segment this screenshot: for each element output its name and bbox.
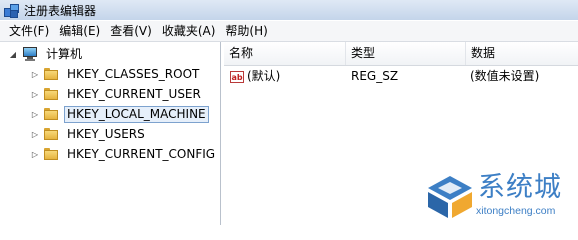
column-header-name[interactable]: 名称 xyxy=(224,42,346,65)
menu-file[interactable]: 文件(F) xyxy=(4,22,54,40)
folder-icon xyxy=(44,68,58,80)
folder-icon xyxy=(44,108,58,120)
expand-arrow-icon[interactable]: ▷ xyxy=(30,149,40,159)
folder-icon xyxy=(44,88,58,100)
key-tree-pane[interactable]: ◢ 计算机 ▷ HKEY_CLASSES_ROOT ▷ HKEY_CURRENT… xyxy=(2,42,221,225)
tree-item-hkey-local-machine[interactable]: ▷ HKEY_LOCAL_MACHINE xyxy=(30,105,209,123)
expand-arrow-icon[interactable]: ▷ xyxy=(30,69,40,79)
computer-icon xyxy=(22,47,38,61)
menu-edit[interactable]: 编辑(E) xyxy=(54,22,105,40)
watermark-url: xitongcheng.com xyxy=(476,205,556,217)
folder-icon xyxy=(44,128,58,140)
tree-item-hkey-classes-root[interactable]: ▷ HKEY_CLASSES_ROOT xyxy=(30,65,202,83)
tree-item-hkey-users[interactable]: ▷ HKEY_USERS xyxy=(30,125,148,143)
tree-root-computer[interactable]: ◢ 计算机 xyxy=(8,45,85,63)
value-name-cell: ab (默认) xyxy=(230,67,280,85)
column-header-type[interactable]: 类型 xyxy=(346,42,466,65)
menu-view[interactable]: 查看(V) xyxy=(105,22,157,40)
value-row[interactable]: ab (默认) REG_SZ (数值未设置) xyxy=(224,67,578,85)
value-data: (数值未设置) xyxy=(470,69,540,83)
values-list-pane[interactable]: 名称 类型 数据 ab (默认) REG_SZ (数值未设置) 系统城 xiton… xyxy=(224,42,578,225)
folder-icon xyxy=(44,148,58,160)
watermark-brand: 系统城 xyxy=(478,172,562,203)
watermark: 系统城 xitongcheng.com xyxy=(424,170,578,225)
window-title: 注册表编辑器 xyxy=(24,3,97,18)
tree-item-label: HKEY_CURRENT_USER xyxy=(67,86,201,101)
xitongcheng-logo-icon xyxy=(428,176,472,218)
tree-item-hkey-current-user[interactable]: ▷ HKEY_CURRENT_USER xyxy=(30,85,204,103)
column-header-data[interactable]: 数据 xyxy=(466,42,578,65)
expand-arrow-icon[interactable]: ▷ xyxy=(30,129,40,139)
tree-item-label: HKEY_CLASSES_ROOT xyxy=(67,66,200,81)
string-value-icon: ab xyxy=(230,70,244,83)
value-type: REG_SZ xyxy=(351,69,399,83)
collapse-arrow-icon[interactable]: ◢ xyxy=(8,49,18,59)
title-bar[interactable]: 注册表编辑器 xyxy=(0,0,578,20)
tree-item-label: HKEY_CURRENT_CONFIG xyxy=(67,146,216,161)
expand-arrow-icon[interactable]: ▷ xyxy=(30,89,40,99)
menu-bar: 文件(F) 编辑(E) 查看(V) 收藏夹(A) 帮助(H) xyxy=(0,21,578,42)
expand-arrow-icon[interactable]: ▷ xyxy=(30,109,40,119)
list-header: 名称 类型 数据 xyxy=(224,42,578,66)
tree-root-label: 计算机 xyxy=(46,46,83,61)
registry-editor-window: 注册表编辑器 文件(F) 编辑(E) 查看(V) 收藏夹(A) 帮助(H) ◢ … xyxy=(0,0,578,225)
tree-item-label-selected: HKEY_LOCAL_MACHINE xyxy=(64,105,209,123)
tree-item-hkey-current-config[interactable]: ▷ HKEY_CURRENT_CONFIG xyxy=(30,145,218,163)
menu-help[interactable]: 帮助(H) xyxy=(220,22,272,40)
regedit-icon xyxy=(4,3,19,18)
value-name: (默认) xyxy=(247,69,281,83)
tree-item-label: HKEY_USERS xyxy=(67,126,145,141)
menu-favorites[interactable]: 收藏夹(A) xyxy=(157,22,221,40)
